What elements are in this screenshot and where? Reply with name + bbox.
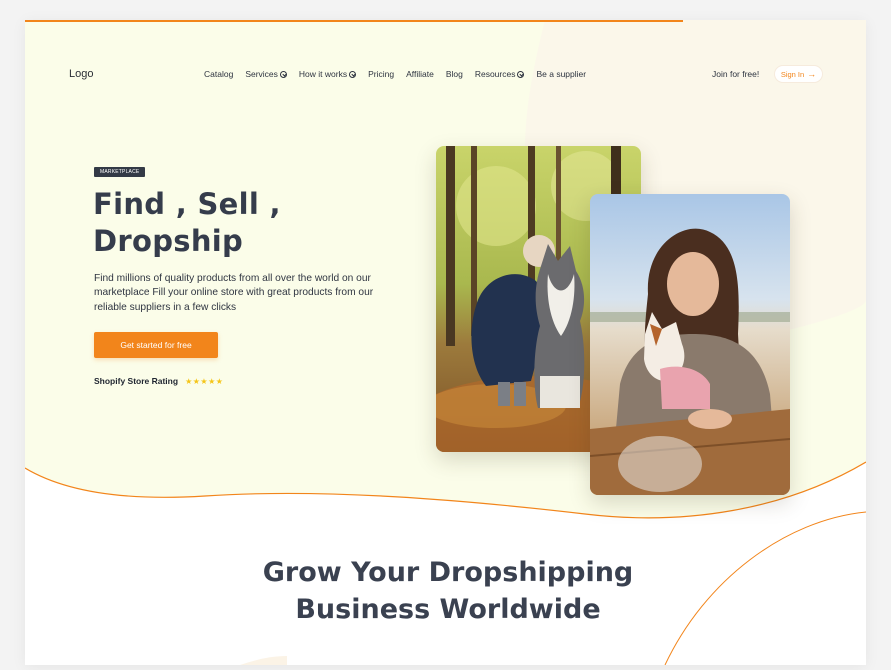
woman-dog-illustration <box>590 194 790 495</box>
hero-description: Find millions of quality products from a… <box>94 273 374 313</box>
nav-item-be-a-supplier[interactable]: Be a supplier <box>536 69 586 79</box>
logo[interactable]: Logo <box>69 68 93 80</box>
section-title-line-2: Business Worldwide <box>295 594 601 625</box>
shopify-rating: Shopify Store Rating ★★★★★ <box>94 376 223 386</box>
hero-image-woman-with-dog <box>590 194 790 495</box>
nav-label: How it works <box>298 69 348 79</box>
nav-label: Resources <box>474 69 516 79</box>
nav-item-services[interactable]: Services <box>245 69 287 79</box>
arrow-right-icon: → <box>807 68 817 79</box>
sign-in-button[interactable]: Sign In → <box>774 65 823 83</box>
main-nav: Catalog Services How it works Pricing Af… <box>204 69 598 79</box>
nav-item-blog[interactable]: Blog <box>446 69 463 79</box>
nav-label: Catalog <box>204 69 234 79</box>
nav-item-how-it-works[interactable]: How it works <box>298 69 357 79</box>
marketplace-badge: MARKETPLACE <box>94 167 146 177</box>
top-accent-line <box>25 20 683 22</box>
nav-item-pricing[interactable]: Pricing <box>368 69 394 79</box>
star-rating-icon: ★★★★★ <box>185 376 224 386</box>
nav-label: Affiliate <box>406 69 434 79</box>
section-title: Grow Your Dropshipping Business Worldwid… <box>195 554 701 628</box>
chevron-down-icon <box>517 70 525 78</box>
get-started-button[interactable]: Get started for free <box>94 332 218 358</box>
nav-label: Services <box>245 69 278 79</box>
hero-headline: Find , Sell , Dropship <box>93 186 393 260</box>
headline-line-1: Find , Sell , <box>93 187 281 221</box>
section-title-line-1: Grow Your Dropshipping <box>262 557 634 588</box>
nav-label: Blog <box>445 69 463 79</box>
chevron-down-icon <box>279 70 287 78</box>
chevron-down-icon <box>349 70 357 78</box>
join-link[interactable]: Join for free! <box>712 69 759 79</box>
nav-item-affiliate[interactable]: Affiliate <box>406 69 434 79</box>
headline-line-2: Dropship <box>93 224 244 258</box>
nav-label: Pricing <box>368 69 395 79</box>
rating-label: Shopify Store Rating <box>94 376 179 386</box>
nav-label: Be a supplier <box>536 69 587 79</box>
nav-item-resources[interactable]: Resources <box>475 69 525 79</box>
landing-page: Logo Catalog Services How it works Prici… <box>25 20 866 665</box>
nav-item-catalog[interactable]: Catalog <box>204 69 233 79</box>
sign-in-label: Sign In <box>780 69 805 79</box>
